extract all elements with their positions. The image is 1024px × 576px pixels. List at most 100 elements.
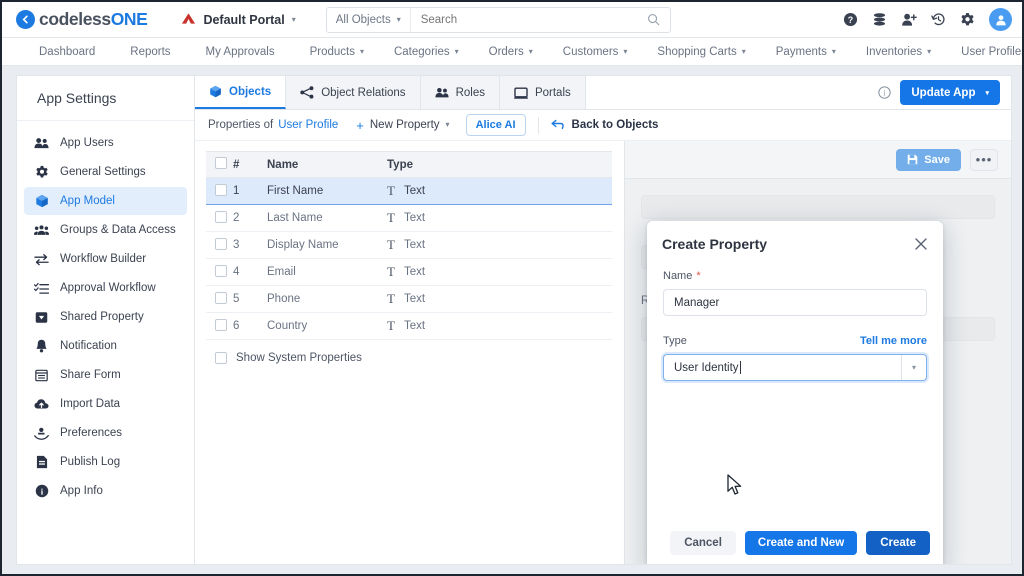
tab-label: Objects <box>229 85 272 98</box>
select-all-checkbox[interactable] <box>215 157 227 169</box>
show-system-properties-row[interactable]: Show System Properties <box>206 352 624 364</box>
back-to-objects-button[interactable]: Back to Objects <box>550 119 658 131</box>
table-header-row: # Name Type <box>206 151 612 178</box>
more-actions-button[interactable]: ••• <box>970 148 998 171</box>
nav-item-user-profiles[interactable]: User Profiles▾ <box>946 38 1022 65</box>
column-header-type[interactable]: Type <box>387 151 612 178</box>
column-header-name[interactable]: Name <box>267 151 387 178</box>
row-name: First Name <box>267 177 387 205</box>
properties-of-label: Properties of <box>208 119 274 131</box>
sidebar-item-app-users[interactable]: App Users <box>24 129 187 157</box>
portal-icon <box>181 12 196 27</box>
alice-ai-button[interactable]: Alice AI <box>465 114 526 136</box>
chevron-down-icon[interactable]: ▾ <box>901 355 926 380</box>
database-icon[interactable] <box>872 12 887 27</box>
chevron-down-icon: ▾ <box>528 46 533 56</box>
nav-item-shopping-carts[interactable]: Shopping Carts ▾ <box>642 38 760 65</box>
tab-portals[interactable]: Portals <box>499 76 586 109</box>
sidebar-item-app-model[interactable]: App Model <box>24 187 187 215</box>
row-checkbox-cell[interactable] <box>206 312 233 340</box>
cube-icon <box>209 85 222 98</box>
nav-item-inventories[interactable]: Inventories ▾ <box>851 38 946 65</box>
select-all-header[interactable] <box>206 151 233 178</box>
object-name-link[interactable]: User Profile <box>278 119 338 131</box>
type-field[interactable]: User Identity ▾ <box>663 354 927 381</box>
nav-item-customers[interactable]: Customers ▾ <box>548 38 643 65</box>
tab-objects[interactable]: Objects <box>195 76 287 109</box>
cancel-button[interactable]: Cancel <box>670 531 736 555</box>
chevron-down-icon: ▾ <box>985 89 989 97</box>
row-checkbox-cell[interactable] <box>206 177 233 205</box>
row-checkbox-cell[interactable] <box>206 258 233 286</box>
search-bar[interactable]: All Objects ▾ <box>325 6 671 33</box>
sidebar-item-groups-data-access[interactable]: Groups & Data Access <box>24 216 187 244</box>
table-row[interactable]: 2 Last Name T Text <box>206 204 612 232</box>
tell-me-more-link[interactable]: Tell me more <box>860 335 927 347</box>
row-checkbox-cell[interactable] <box>206 204 233 232</box>
sidebar-item-workflow-builder[interactable]: Workflow Builder <box>24 245 187 273</box>
nav-item-reports[interactable]: Reports <box>115 38 190 65</box>
row-checkbox[interactable] <box>215 264 227 277</box>
type-value-wrap: User Identity <box>664 361 901 374</box>
portal-name: Default Portal <box>203 12 285 27</box>
gear-icon[interactable] <box>960 12 975 27</box>
column-header-num[interactable]: # <box>233 151 267 178</box>
tab-object-relations[interactable]: Object Relations <box>286 76 421 109</box>
history-icon[interactable] <box>931 12 946 27</box>
info-icon[interactable]: i <box>878 86 892 99</box>
nav-item-dashboard[interactable]: Dashboard <box>24 38 115 65</box>
save-button[interactable]: Save <box>896 148 961 171</box>
nav-item-my-approvals[interactable]: My Approvals <box>191 38 295 65</box>
row-checkbox-cell[interactable] <box>206 231 233 259</box>
row-checkbox[interactable] <box>215 318 227 331</box>
sidebar-item-preferences[interactable]: Preferences <box>24 419 187 447</box>
sidebar-item-label: Notification <box>60 340 117 352</box>
close-icon[interactable] <box>914 237 928 251</box>
sidebar-item-share-form[interactable]: Share Form <box>24 361 187 389</box>
row-checkbox[interactable] <box>215 237 227 250</box>
update-app-label: Update App <box>911 86 976 99</box>
create-and-new-button[interactable]: Create and New <box>744 531 858 555</box>
table-row[interactable]: 4 Email T Text <box>206 258 612 286</box>
name-field[interactable]: Manager <box>663 289 927 316</box>
table-row[interactable]: 3 Display Name T Text <box>206 231 612 259</box>
search-icon[interactable] <box>647 13 670 26</box>
logo[interactable]: codelessONE <box>16 9 148 30</box>
nav-label: Payments <box>775 45 827 58</box>
toolbar-divider <box>537 116 539 134</box>
help-icon[interactable]: ? <box>843 12 858 27</box>
sidebar-item-label: Share Form <box>60 369 121 381</box>
row-checkbox[interactable] <box>215 183 227 196</box>
create-button[interactable]: Create <box>866 531 930 555</box>
nav-item-categories[interactable]: Categories ▾ <box>379 38 474 65</box>
sidebar-item-shared-property[interactable]: Shared Property <box>24 303 187 331</box>
table-row[interactable]: 1 First Name T Text <box>206 177 612 205</box>
sidebar-item-app-info[interactable]: i App Info <box>24 477 187 505</box>
avatar[interactable] <box>989 8 1012 31</box>
sidebar-item-notification[interactable]: Notification <box>24 332 187 360</box>
app-header: codelessONE Default Portal ▾ All Objects… <box>2 2 1022 38</box>
show-system-properties-checkbox[interactable] <box>215 352 227 364</box>
search-input[interactable] <box>410 13 647 26</box>
nav-item-orders[interactable]: Orders ▾ <box>474 38 548 65</box>
tab-roles[interactable]: Roles <box>420 76 500 109</box>
row-checkbox[interactable] <box>215 291 227 304</box>
nav-item-payments[interactable]: Payments ▾ <box>761 38 851 65</box>
row-checkbox-cell[interactable] <box>206 285 233 313</box>
search-scope-dropdown[interactable]: All Objects ▾ <box>327 7 411 32</box>
sidebar-item-general-settings[interactable]: General Settings <box>24 158 187 186</box>
sidebar-item-import-data[interactable]: Import Data <box>24 390 187 418</box>
nav-item-products[interactable]: Products ▾ <box>295 38 379 65</box>
portal-selector[interactable]: Default Portal ▾ <box>181 12 296 27</box>
sidebar-item-publish-log[interactable]: Publish Log <box>24 448 187 476</box>
properties-toolbar: Properties of User Profile + New Propert… <box>195 110 1011 141</box>
row-checkbox[interactable] <box>215 210 227 223</box>
detail-field-1[interactable] <box>641 195 995 219</box>
new-property-button[interactable]: + New Property ▾ <box>356 118 449 133</box>
table-row[interactable]: 6 Country T Text <box>206 312 612 340</box>
type-value: User Identity <box>674 361 739 374</box>
sidebar-item-approval-workflow[interactable]: Approval Workflow <box>24 274 187 302</box>
add-user-icon[interactable] <box>901 12 917 27</box>
update-app-button[interactable]: Update App ▾ <box>900 80 1000 105</box>
table-row[interactable]: 5 Phone T Text <box>206 285 612 313</box>
